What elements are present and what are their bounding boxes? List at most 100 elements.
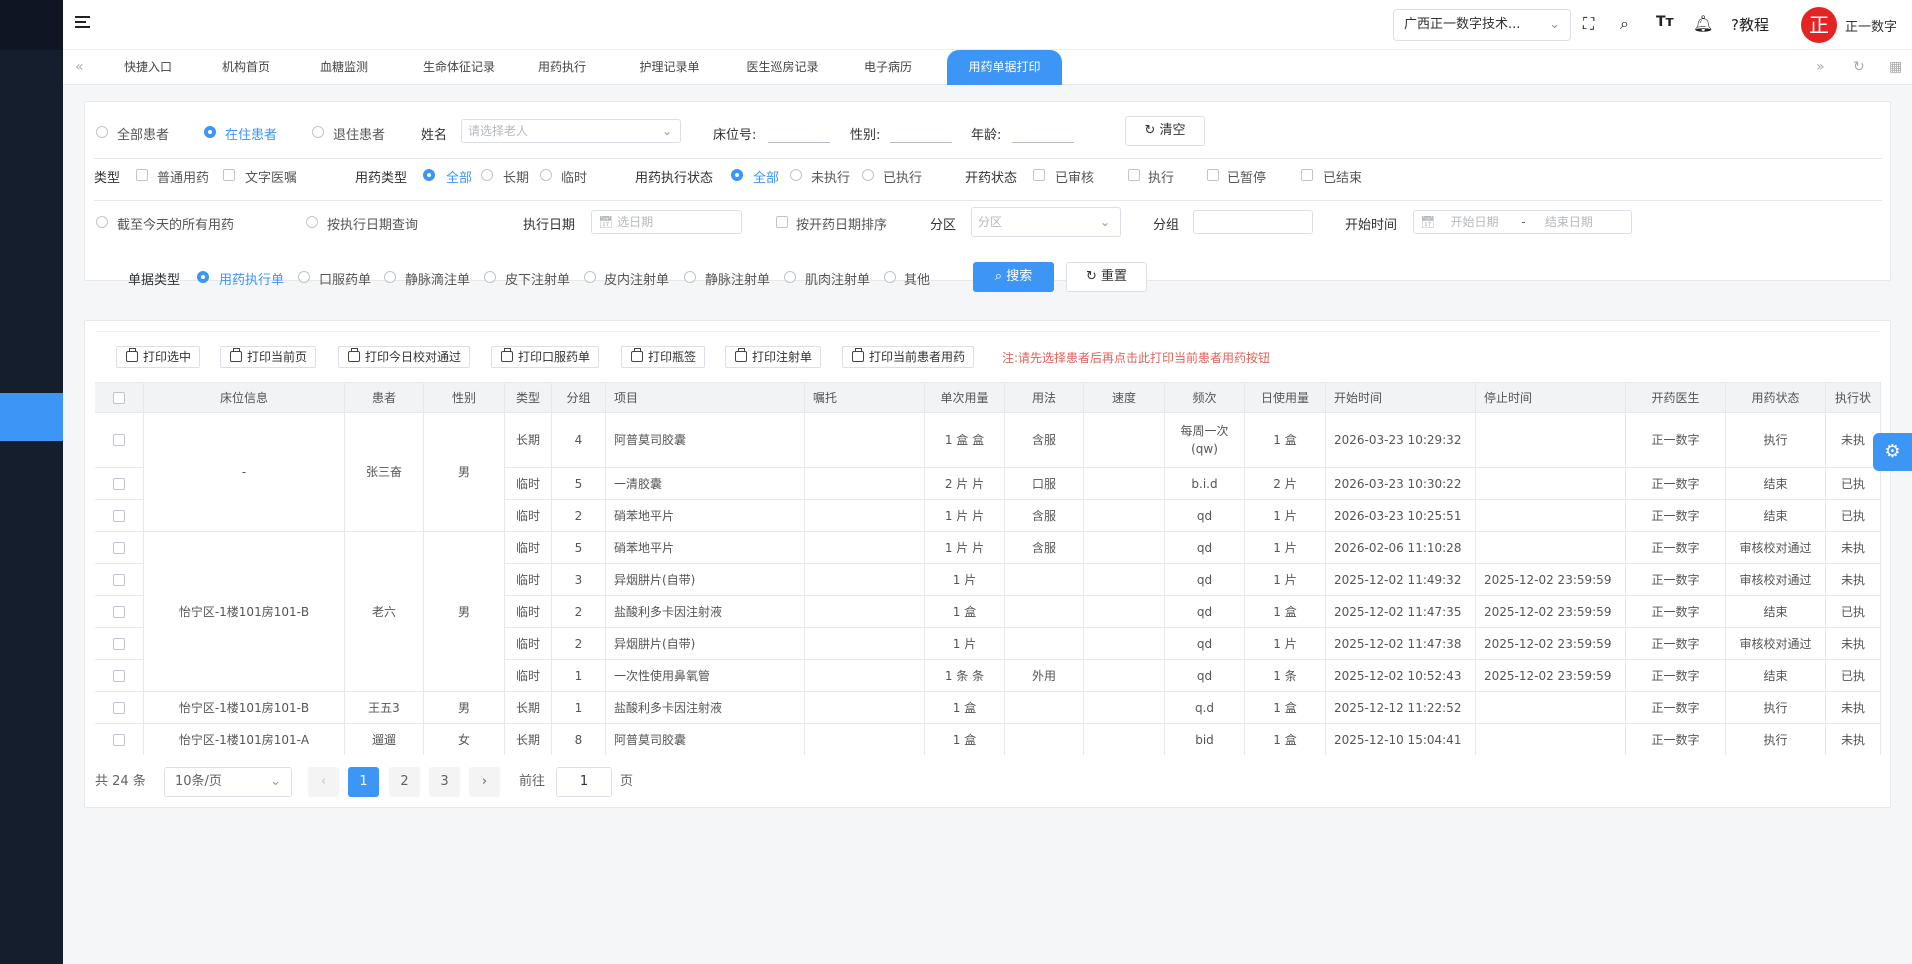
- settings-gear-icon[interactable]: ⚙: [1873, 433, 1912, 471]
- print-button-5[interactable]: 打印注射单: [725, 346, 822, 368]
- print-button-3[interactable]: 打印口服药单: [491, 346, 600, 368]
- tabs-next-icon[interactable]: »: [1816, 50, 1825, 85]
- row-checkbox[interactable]: [113, 733, 125, 746]
- range-radio-1[interactable]: [306, 216, 318, 228]
- type-checkbox-1[interactable]: [223, 169, 235, 181]
- sort-by-open-date-checkbox[interactable]: [776, 216, 788, 228]
- cell-stop: [1476, 413, 1626, 468]
- tab-6[interactable]: 医生巡房记录: [730, 50, 835, 85]
- doc-type-radio-2[interactable]: [384, 271, 396, 283]
- type-checkbox-0[interactable]: [136, 169, 148, 181]
- area-select[interactable]: 分区 ⌄: [971, 207, 1121, 237]
- patient-radio-2[interactable]: [312, 126, 324, 138]
- row-checkbox[interactable]: [113, 573, 125, 586]
- print-button-4[interactable]: 打印瓶签: [621, 346, 706, 368]
- group-input[interactable]: [1193, 210, 1313, 234]
- doc-type-radio-7[interactable]: [884, 271, 896, 283]
- page-size-select[interactable]: 10条/页 ⌄: [164, 767, 292, 797]
- doc-type-radio-5[interactable]: [684, 271, 696, 283]
- tab-4[interactable]: 用药执行: [522, 50, 602, 85]
- reset-button[interactable]: ↻ 重置: [1066, 262, 1147, 292]
- tab-0[interactable]: 快捷入口: [108, 50, 188, 85]
- cell-start: 2025-12-02 11:47:35: [1326, 596, 1476, 628]
- print-button-0[interactable]: 打印选中: [116, 346, 201, 368]
- exec-date-input[interactable]: 📅︎ 选日期: [591, 210, 742, 234]
- menu-toggle-icon[interactable]: [75, 16, 90, 30]
- grid-menu-icon[interactable]: ▦: [1889, 50, 1902, 85]
- page-button-1[interactable]: 1: [348, 767, 379, 797]
- tab-8[interactable]: 用药单据打印: [947, 50, 1062, 85]
- doc-type-radio-6[interactable]: [784, 271, 796, 283]
- patient-radio-1[interactable]: [204, 126, 216, 138]
- row-checkbox[interactable]: [113, 637, 125, 650]
- username[interactable]: 正一数字: [1845, 16, 1897, 35]
- row-checkbox[interactable]: [113, 509, 125, 522]
- drug-type-radio-1[interactable]: [481, 169, 493, 181]
- drug-type-radio-2[interactable]: [540, 169, 552, 181]
- next-page-button[interactable]: ›: [469, 767, 500, 797]
- name-select[interactable]: 请选择老人 ⌄: [461, 119, 681, 143]
- print-button-2[interactable]: 打印今日校对通过: [338, 346, 471, 368]
- font-size-icon[interactable]: Tт: [1656, 14, 1674, 30]
- cell-freq: qd: [1165, 564, 1245, 596]
- tab-7[interactable]: 电子病历: [848, 50, 928, 85]
- row-checkbox-cell: [95, 692, 144, 724]
- print-button-6[interactable]: 打印当前患者用药: [842, 346, 975, 368]
- cell-doctor: 正一数字: [1626, 596, 1726, 628]
- row-checkbox[interactable]: [113, 701, 125, 714]
- range-radio-0[interactable]: [96, 216, 108, 228]
- select-all-checkbox[interactable]: [113, 392, 125, 404]
- row-checkbox[interactable]: [113, 434, 125, 446]
- cell-dose: 1 盒 盒: [925, 413, 1005, 468]
- open-status-checkbox-1[interactable]: [1128, 169, 1140, 181]
- exec-status-radio-1[interactable]: [790, 169, 802, 181]
- tutorial-link[interactable]: ?教程: [1731, 14, 1769, 35]
- row-checkbox[interactable]: [113, 669, 125, 682]
- exec-status-radio-0[interactable]: [731, 169, 743, 181]
- fullscreen-icon[interactable]: ⛶: [1583, 14, 1594, 34]
- cell-doctor: 正一数字: [1626, 660, 1726, 692]
- org-select[interactable]: 广西正一数字技术... ⌄: [1393, 9, 1571, 41]
- search-button[interactable]: ⌕ 搜索: [973, 262, 1054, 292]
- row-checkbox[interactable]: [113, 605, 125, 618]
- page-button-2[interactable]: 2: [389, 767, 420, 797]
- open-status-checkbox-2[interactable]: [1207, 169, 1219, 181]
- patient-radio-0[interactable]: [96, 126, 108, 138]
- avatar[interactable]: 正: [1801, 7, 1837, 43]
- gender-input[interactable]: [890, 142, 952, 143]
- print-button-1[interactable]: 打印当前页: [220, 346, 317, 368]
- sidebar-item-active[interactable]: [0, 393, 63, 441]
- tabs-prev-icon[interactable]: «: [75, 50, 84, 85]
- bed-input[interactable]: [768, 142, 830, 143]
- doc-type-radio-0[interactable]: [197, 271, 209, 283]
- tab-bar: « 快捷入口 机构首页 血糖监测 生命体征记录 用药执行 护理记录单 医生巡房记录 电子病历用…: [63, 50, 1912, 85]
- exec-status-label: 用药执行状态: [635, 171, 714, 186]
- group-label: 分组: [1153, 218, 1180, 233]
- doc-type-radio-4[interactable]: [584, 271, 596, 283]
- row-checkbox[interactable]: [113, 541, 125, 554]
- prev-page-button[interactable]: ‹: [308, 767, 339, 797]
- search-icon[interactable]: ⌕: [1620, 14, 1629, 34]
- refresh-icon[interactable]: ↻: [1853, 50, 1865, 85]
- age-input[interactable]: [1012, 142, 1074, 143]
- tab-5[interactable]: 护理记录单: [622, 50, 717, 85]
- tab-2[interactable]: 血糖监测: [304, 50, 384, 85]
- open-status-checkbox-0[interactable]: [1033, 169, 1045, 181]
- row-checkbox-cell: [95, 724, 144, 755]
- cell-usage: [1005, 628, 1084, 660]
- bell-icon[interactable]: 🔔︎: [1693, 14, 1713, 33]
- row-checkbox[interactable]: [113, 477, 125, 490]
- exec-status-radio-2[interactable]: [862, 169, 874, 181]
- doc-type-radio-3[interactable]: [484, 271, 496, 283]
- doc-type-radio-1[interactable]: [298, 271, 310, 283]
- page-button-3[interactable]: 3: [429, 767, 460, 797]
- row-checkbox-cell: [95, 628, 144, 660]
- start-date-range[interactable]: 📅︎ 开始日期 - 结束日期: [1413, 210, 1632, 234]
- open-status-checkbox-3[interactable]: [1301, 169, 1313, 181]
- tab-1[interactable]: 机构首页: [206, 50, 286, 85]
- clear-button[interactable]: ↻ 清空: [1125, 116, 1205, 146]
- drug-type-radio-0[interactable]: [423, 169, 435, 181]
- goto-page-input[interactable]: 1: [556, 767, 612, 797]
- cell-speed: [1084, 500, 1165, 532]
- tab-3[interactable]: 生命体征记录: [404, 50, 514, 85]
